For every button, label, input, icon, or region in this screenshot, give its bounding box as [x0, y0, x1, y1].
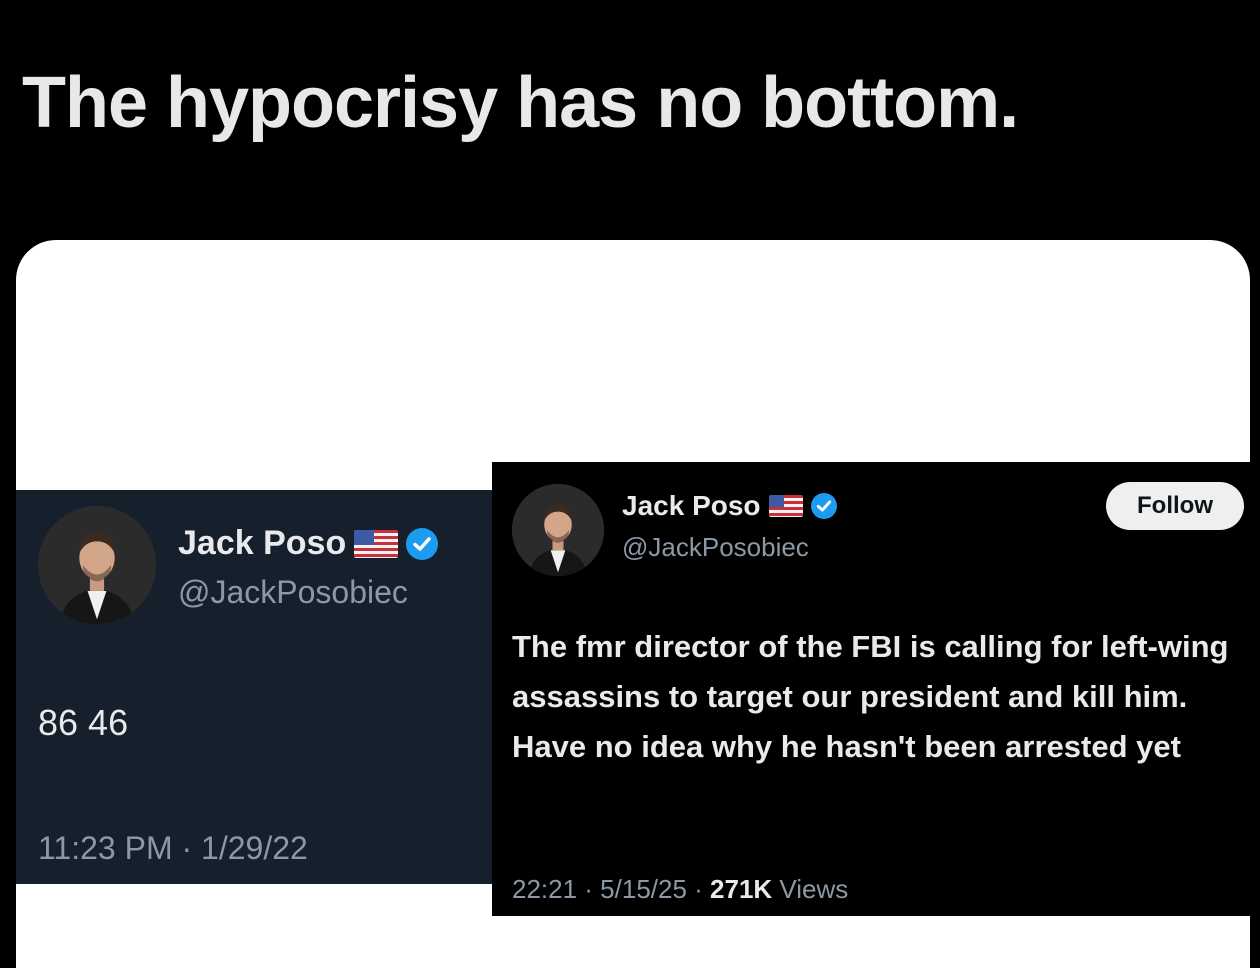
avatar-portrait-icon — [38, 506, 156, 624]
tweet-timestamp[interactable]: 22:21 · 5/15/25 · — [512, 874, 710, 904]
display-name[interactable]: Jack Poso — [178, 524, 346, 563]
avatar[interactable] — [38, 506, 156, 624]
tweet-right[interactable]: Jack Poso @JackPosobiec Follow The fmr d… — [492, 462, 1260, 916]
tweet-text: 86 46 — [38, 702, 129, 743]
headline: The hypocrisy has no bottom. — [22, 63, 1019, 143]
views-count[interactable]: 271K — [710, 874, 772, 904]
tweet-text: The fmr director of the FBI is calling f… — [512, 629, 1229, 764]
avatar-portrait-icon — [512, 484, 604, 576]
avatar[interactable] — [512, 484, 604, 576]
us-flag-icon — [768, 495, 803, 517]
handle[interactable]: @JackPosobiec — [178, 574, 408, 611]
follow-button[interactable]: Follow — [1106, 482, 1244, 530]
handle[interactable]: @JackPosobiec — [622, 532, 809, 563]
display-name[interactable]: Jack Poso — [622, 490, 761, 522]
tweet-left[interactable]: Jack Poso @JackPosobiec 86 46 11:23 PM ·… — [16, 490, 496, 884]
tweet-timestamp[interactable]: 11:23 PM · 1/29/22 — [38, 830, 308, 867]
us-flag-icon — [354, 529, 399, 558]
name-row: Jack Poso — [622, 490, 837, 522]
verified-badge-icon — [810, 493, 837, 519]
tweet-meta: 22:21 · 5/15/25 · 271K Views — [512, 874, 848, 905]
verified-badge-icon — [406, 527, 439, 560]
name-row: Jack Poso — [178, 524, 439, 563]
views-label: Views — [772, 874, 849, 904]
screenshot-page: The hypocrisy has no bottom. Jack Poso @… — [0, 0, 1260, 968]
